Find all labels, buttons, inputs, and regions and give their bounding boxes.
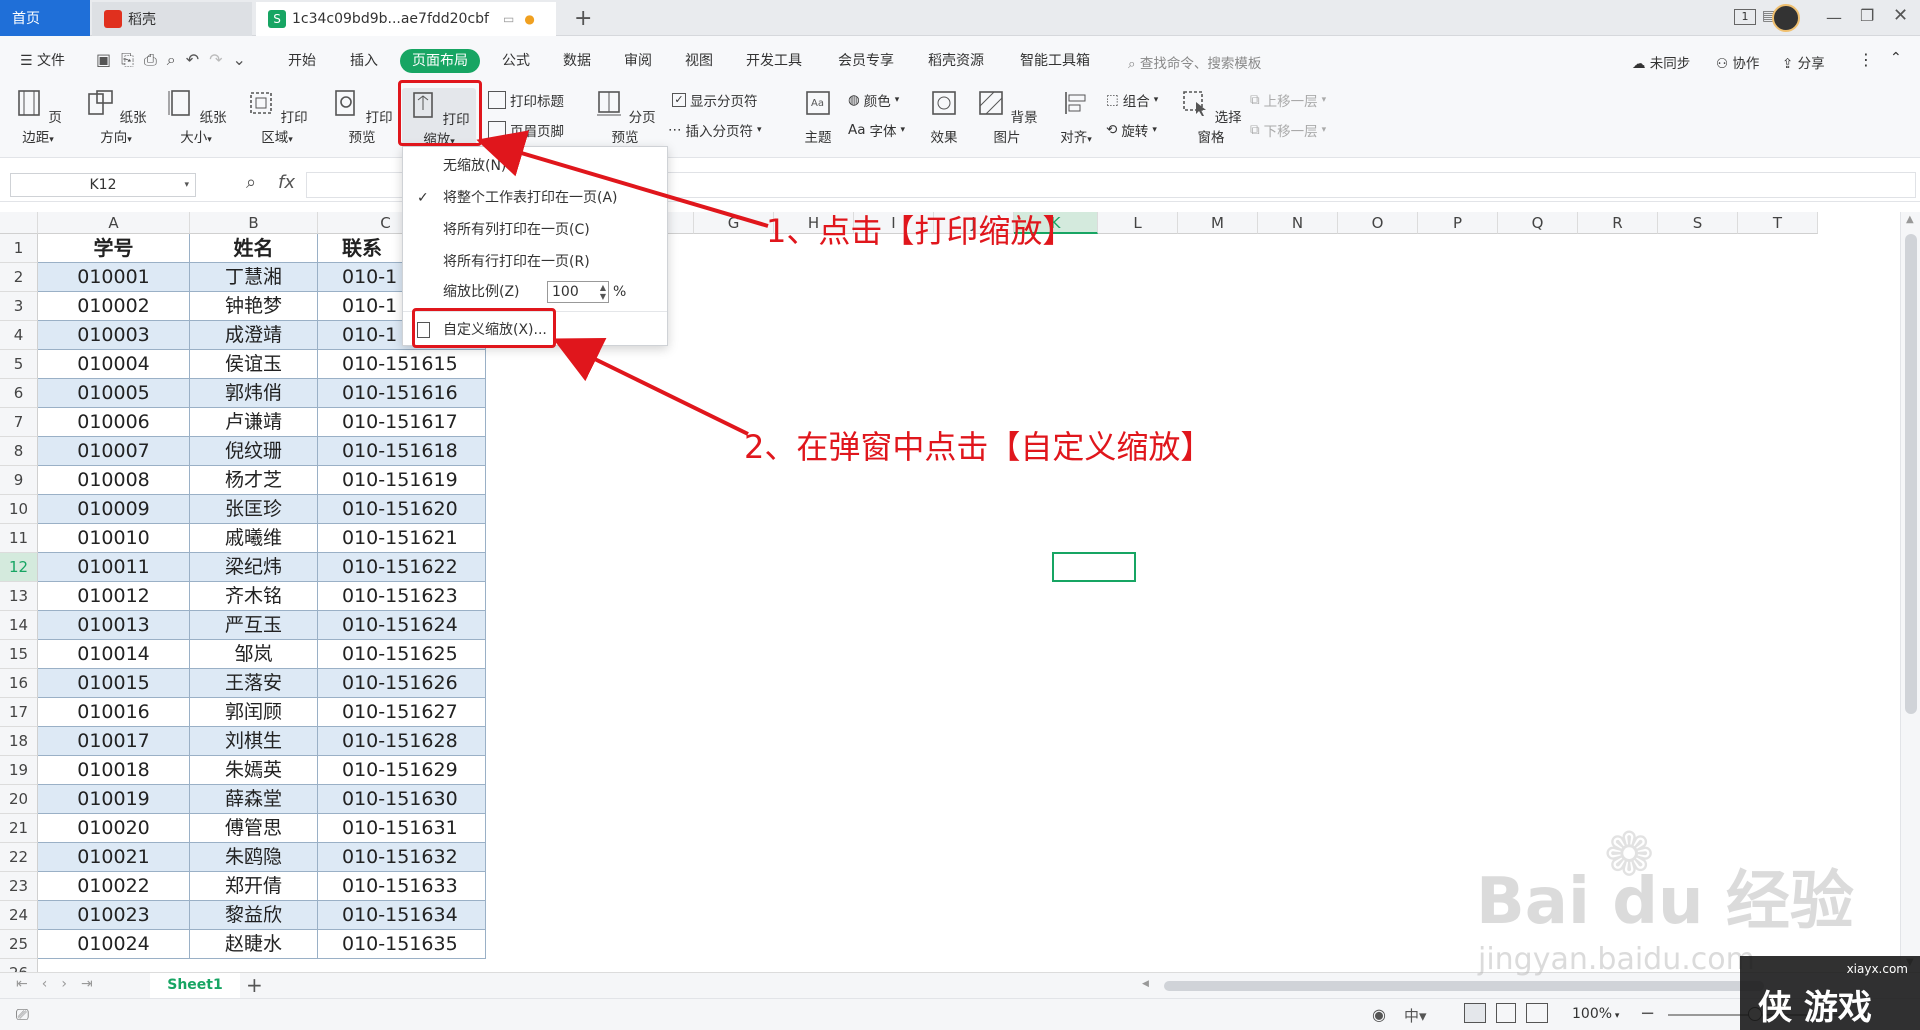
annotation-step1: 1、点击【打印缩放】 <box>766 212 1075 250</box>
annotation-arrows <box>476 130 769 436</box>
arrow-to-print-scale <box>476 130 769 228</box>
annotation-step2: 2、在弹窗中点击【自定义缩放】 <box>744 428 1213 466</box>
arrow-to-custom-scaling <box>552 338 749 436</box>
